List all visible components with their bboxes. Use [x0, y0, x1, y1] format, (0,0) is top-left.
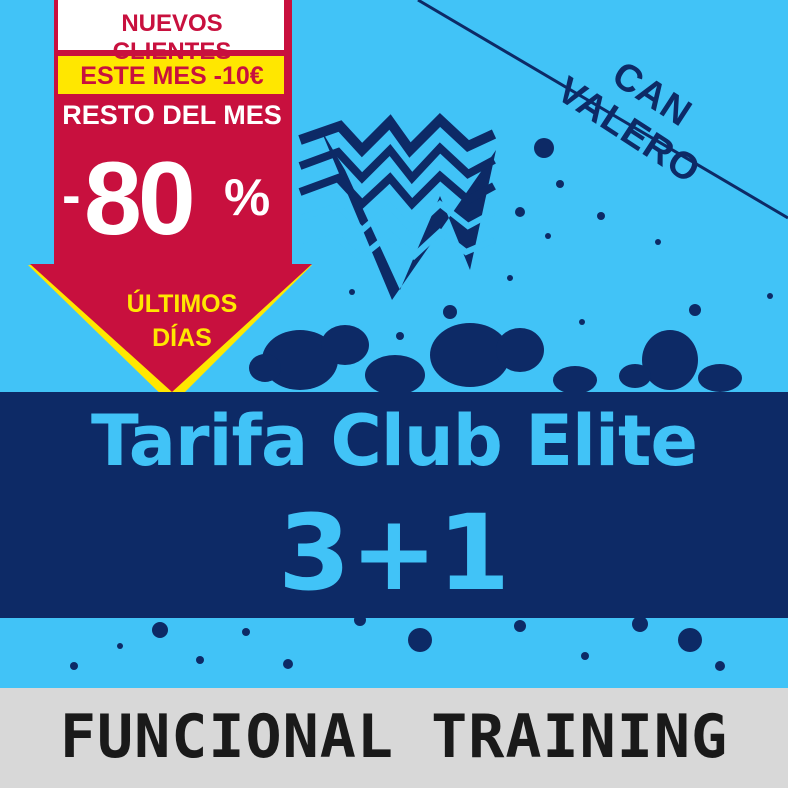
discount-minus: - — [62, 163, 81, 226]
footer-text: FUNCIONAL TRAINING — [59, 702, 729, 772]
title: Tarifa Club Elite — [91, 400, 698, 482]
discount-percent-sign: % — [224, 169, 271, 227]
promo-line-this-month: ESTE MES -10€ — [80, 62, 264, 90]
promo-poster: NUEVOS CLIENTES ESTE MES -10€ RESTO DEL … — [0, 0, 788, 788]
promo-line-days: DÍAS — [152, 324, 212, 352]
promo-line-rest-of-month: RESTO DEL MES — [62, 100, 282, 130]
mountain-logo — [298, 113, 497, 300]
promo-line-new-clients: NUEVOS CLIENTES — [112, 10, 232, 65]
promo-line-last: ÚLTIMOS — [126, 290, 238, 318]
subtitle: 3+1 — [278, 492, 510, 614]
discount-value: 80 — [84, 141, 196, 257]
